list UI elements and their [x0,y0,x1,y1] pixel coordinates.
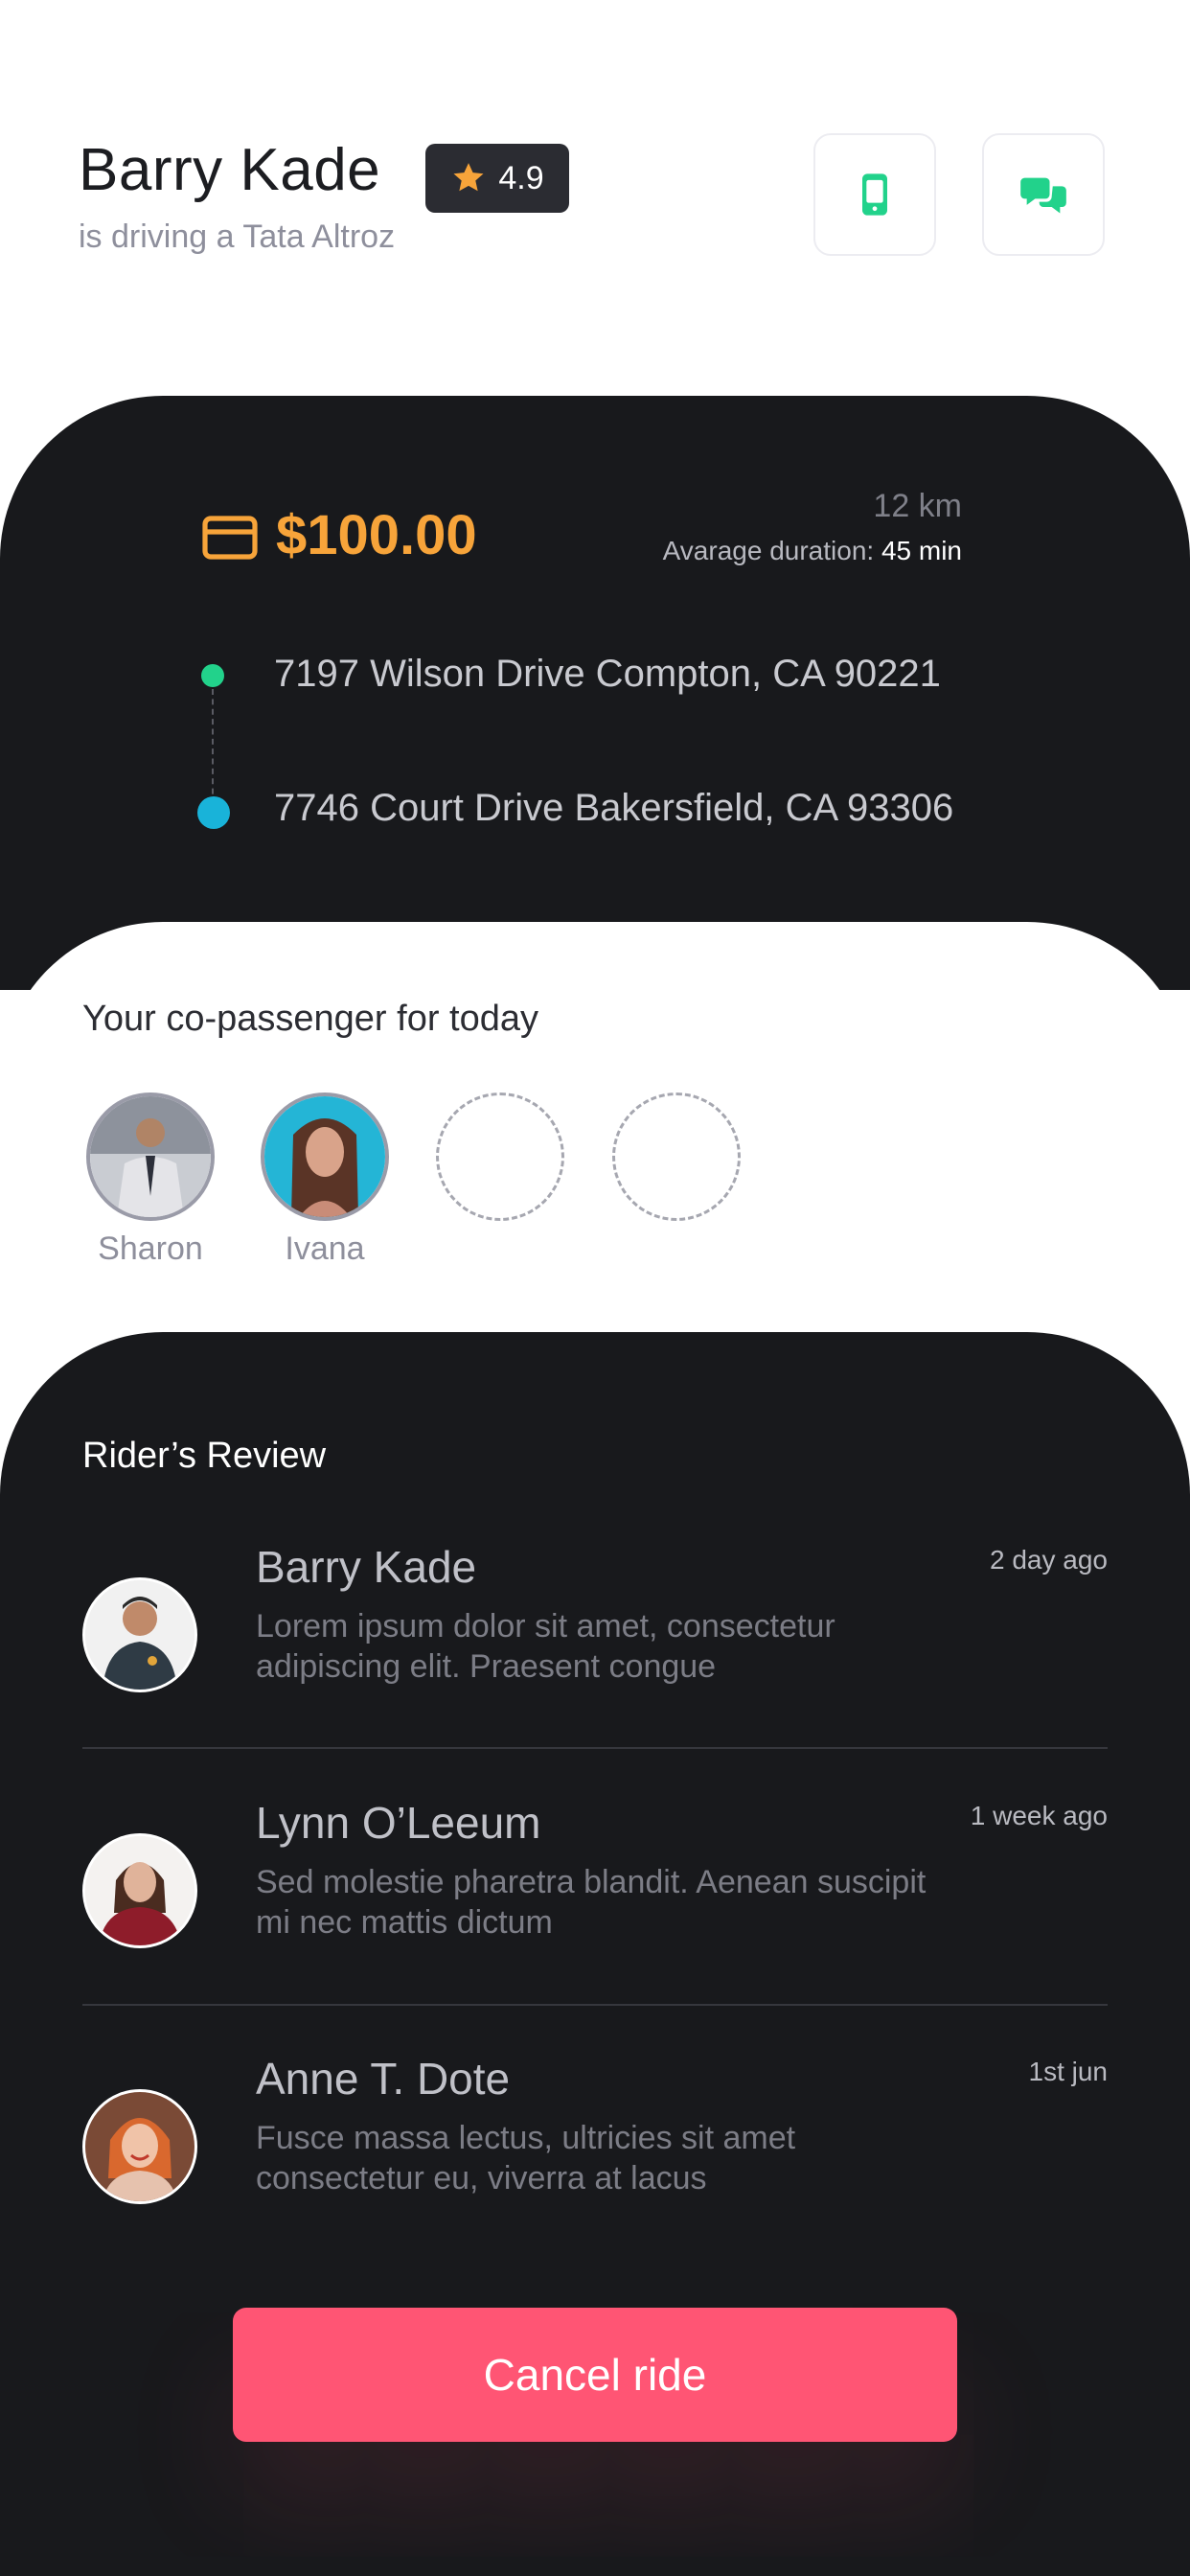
duration-value: 45 min [881,536,962,565]
reviewer-avatar [82,1577,197,1692]
review-item: Anne T. Dote 1st jun Fusce massa lectus,… [82,2053,1108,2244]
rating-badge: 4.9 [425,144,569,213]
empty-seat [436,1092,564,1221]
reviewer-avatar [82,1833,197,1948]
pickup-address: 7197 Wilson Drive Compton, CA 90221 [274,653,941,695]
passenger-name: Ivana [285,1230,365,1267]
cancel-ride-button[interactable]: Cancel ride [233,2308,957,2442]
review-item: Lynn O’Leeum 1 week ago Sed molestie pha… [82,1797,1108,1989]
divider [82,1747,1108,1749]
reviewer-name: Barry Kade [256,1542,477,1592]
passenger-avatar-sharon[interactable] [86,1092,215,1221]
call-driver-button[interactable] [813,133,936,256]
divider [82,2004,1108,2006]
copassenger-card: Your co-passenger for today Sharon Ivana [0,922,1190,1401]
pickup-dot-icon [201,664,224,687]
dropoff-address: 7746 Court Drive Bakersfield, CA 93306 [274,787,954,829]
star-icon [453,163,484,192]
review-time: 1st jun [1028,2057,1109,2086]
review-text: Fusce massa lectus, ultricies sit amet c… [256,2120,796,2196]
review-item: Barry Kade 2 day ago Lorem ipsum dolor s… [82,1541,1108,1733]
review-time: 1 week ago [970,1801,1108,1830]
ride-distance: 12 km [873,488,962,524]
review-text: Sed molestie pharetra blandit. Aenean su… [256,1864,927,1941]
fare-amount: $100.00 [276,504,477,566]
passenger-name: Sharon [98,1230,203,1267]
rating-value: 4.9 [498,159,544,196]
passenger-avatar-ivana[interactable] [261,1092,389,1221]
reviews-card: Rider’s Review Barry Kade 2 day ago Lore… [0,1332,1190,2576]
driver-name: Barry Kade [79,137,381,203]
card-icon [202,516,258,560]
driver-header: Barry Kade 4.9 is driving a Tata Altroz [0,0,1190,441]
route-line [212,689,214,804]
chat-icon [1020,177,1066,214]
empty-seat [612,1092,741,1221]
copassenger-title: Your co-passenger for today [82,999,539,1039]
ride-details-card: $100.00 12 km Avarage duration: 45 min 7… [0,396,1190,990]
reviewer-name: Lynn O’Leeum [256,1798,541,1848]
review-time: 2 day ago [990,1545,1108,1575]
reviewer-avatar [82,2089,197,2204]
driver-car-text: is driving a Tata Altroz [79,218,396,255]
chat-driver-button[interactable] [982,133,1105,256]
reviews-title: Rider’s Review [82,1436,327,1476]
reviewer-name: Anne T. Dote [256,2054,511,2104]
ride-duration: Avarage duration: 45 min [663,536,962,566]
dropoff-dot-icon [197,796,230,829]
phone-icon [862,173,887,216]
review-text: Lorem ipsum dolor sit amet, consectetur … [256,1608,835,1685]
duration-label: Avarage duration: [662,536,875,565]
